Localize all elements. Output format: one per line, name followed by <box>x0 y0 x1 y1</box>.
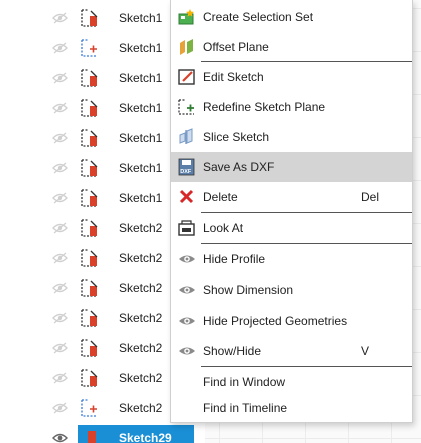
tree-row-label: Sketch2 <box>119 371 163 385</box>
menu-item-edit-sketch[interactable]: Edit Sketch <box>171 62 412 92</box>
sketch-icon <box>80 397 100 419</box>
visibility-eye-icon[interactable] <box>52 281 68 295</box>
sketch-icon <box>80 337 100 359</box>
visibility-eye-icon[interactable] <box>52 431 68 443</box>
tree-row-label: Sketch1 <box>119 161 163 175</box>
tree-row-label: Sketch29 <box>119 431 172 443</box>
menu-item-delete[interactable]: Delete Del <box>171 182 412 212</box>
menu-item-find-in-timeline[interactable]: Find in Timeline <box>171 393 412 423</box>
offset-plane-icon <box>177 38 197 56</box>
visibility-eye-icon[interactable] <box>52 161 68 175</box>
tree-row-label: Sketch1 <box>119 11 163 25</box>
menu-item-hide-profile[interactable]: Hide Profile <box>171 244 412 274</box>
tree-row-label: Sketch2 <box>119 281 163 295</box>
context-menu: Create Selection Set Offset Plane Edit S… <box>170 0 413 423</box>
sketch-icon <box>80 97 100 119</box>
sketch-icon <box>80 7 100 29</box>
visibility-eye-icon[interactable] <box>52 11 68 25</box>
eye-icon <box>177 312 197 330</box>
save-as-dxf-icon: DXF <box>177 158 197 176</box>
shortcut-label: Del <box>361 190 380 204</box>
menu-item-slice-sketch[interactable]: Slice Sketch <box>171 122 412 152</box>
sketch-icon <box>80 37 100 59</box>
slice-sketch-icon <box>177 128 197 146</box>
tree-row-label: Sketch2 <box>119 341 163 355</box>
sketch-icon <box>80 187 100 209</box>
eye-icon <box>177 250 197 268</box>
tree-row-label: Sketch1 <box>119 131 163 145</box>
menu-item-show-hide[interactable]: Show/Hide V <box>171 336 412 366</box>
edit-sketch-icon <box>177 68 197 86</box>
menu-item-hide-projected-geometries[interactable]: Hide Projected Geometries <box>171 306 412 336</box>
look-at-icon <box>177 219 197 237</box>
menu-item-show-dimension[interactable]: Show Dimension <box>171 275 412 305</box>
eye-icon <box>177 342 197 360</box>
eye-icon <box>177 281 197 299</box>
tree-row-label: Sketch2 <box>119 311 163 325</box>
visibility-eye-icon[interactable] <box>52 371 68 385</box>
sketch-icon <box>80 67 100 89</box>
menu-item-save-as-dxf[interactable]: DXF Save As DXF <box>171 152 412 182</box>
sketch-icon <box>80 127 100 149</box>
visibility-eye-icon[interactable] <box>52 191 68 205</box>
menu-item-offset-plane[interactable]: Offset Plane <box>171 32 412 62</box>
visibility-eye-icon[interactable] <box>52 101 68 115</box>
sketch-icon <box>80 217 100 239</box>
tree-row-label: Sketch1 <box>119 191 163 205</box>
tree-row-label: Sketch2 <box>119 251 163 265</box>
visibility-eye-icon[interactable] <box>52 401 68 415</box>
visibility-eye-icon[interactable] <box>52 71 68 85</box>
sketch-icon <box>80 277 100 299</box>
tree-row-label: Sketch1 <box>119 101 163 115</box>
sketch-icon <box>80 307 100 329</box>
tree-row-selected[interactable]: Sketch29 <box>0 423 200 443</box>
sketch-icon <box>80 367 100 389</box>
menu-item-create-selection-set[interactable]: Create Selection Set <box>171 2 412 32</box>
sketch-icon <box>80 247 100 269</box>
menu-item-redefine-sketch-plane[interactable]: Redefine Sketch Plane <box>171 92 412 122</box>
sketch-icon <box>80 157 100 179</box>
sketch-icon <box>80 427 100 443</box>
redefine-sketch-plane-icon <box>177 98 197 116</box>
shortcut-label: V <box>361 344 370 358</box>
visibility-eye-icon[interactable] <box>52 221 68 235</box>
tree-row-label: Sketch1 <box>119 41 163 55</box>
tree-row-label: Sketch1 <box>119 71 163 85</box>
svg-text:DXF: DXF <box>180 169 192 175</box>
visibility-eye-icon[interactable] <box>52 311 68 325</box>
visibility-eye-icon[interactable] <box>52 131 68 145</box>
visibility-eye-icon[interactable] <box>52 251 68 265</box>
visibility-eye-icon[interactable] <box>52 341 68 355</box>
visibility-eye-icon[interactable] <box>52 41 68 55</box>
tree-row-label: Sketch2 <box>119 401 163 415</box>
delete-icon <box>177 188 197 206</box>
create-selection-set-icon <box>177 8 197 26</box>
menu-item-look-at[interactable]: Look At <box>171 213 412 243</box>
tree-row-label: Sketch2 <box>119 221 163 235</box>
